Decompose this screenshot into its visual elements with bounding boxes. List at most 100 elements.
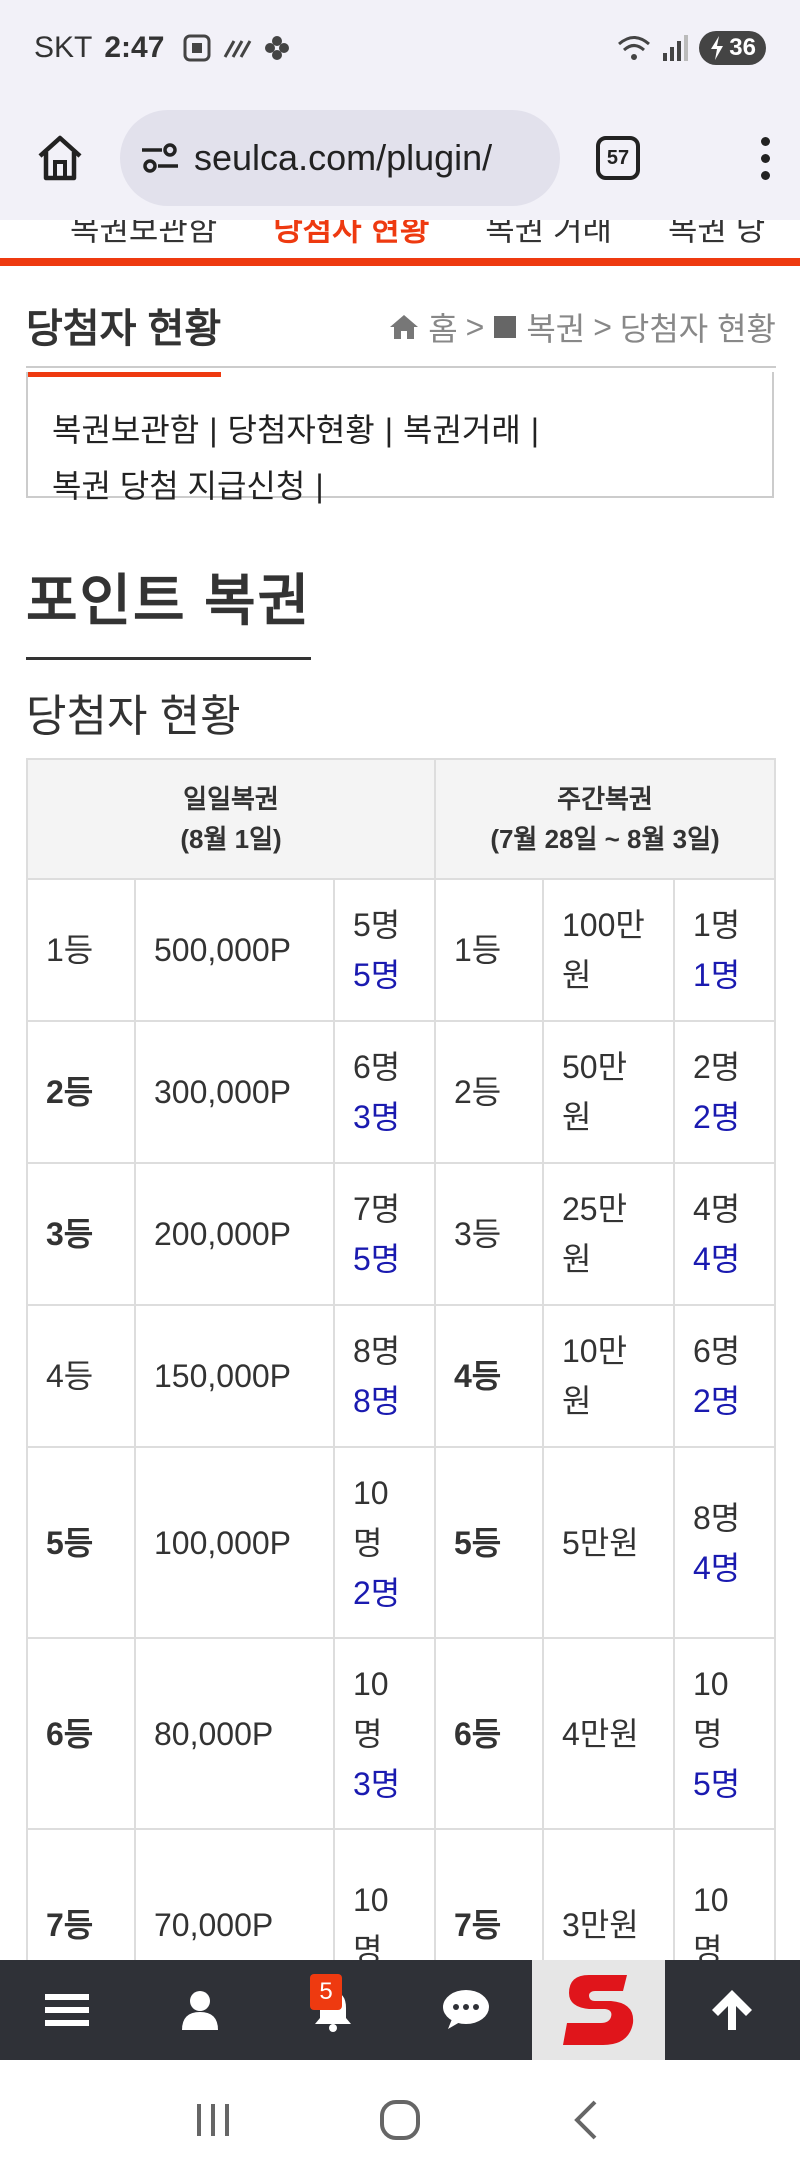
cell-signal-icon	[663, 35, 689, 61]
daily-rank: 6등	[26, 1637, 136, 1830]
daily-winners: 5명	[353, 1241, 401, 1277]
link-lottery-trade[interactable]: 복권거래	[403, 412, 521, 448]
weekly-prize: 100만원	[542, 878, 675, 1022]
link-separator: |	[530, 412, 540, 448]
address-bar[interactable]: seulca.com/plugin/	[120, 110, 560, 206]
weekly-winners: 2명	[693, 1383, 741, 1419]
site-logo-button[interactable]	[532, 1960, 665, 2060]
charging-bolt-icon	[711, 36, 724, 60]
weekly-total: 8명	[693, 1499, 741, 1536]
weekly-prize: 50만원	[542, 1020, 675, 1164]
breadcrumb-current: 당첨자 현황	[619, 311, 776, 347]
weekly-prize: 4만원	[542, 1637, 675, 1830]
browser-menu-button[interactable]	[761, 136, 770, 180]
daily-winners: 3명	[353, 1765, 401, 1802]
winners-table: 일일복권 (8월 1일) 주간복권 (7월 28일 ~ 8월 3일) 1등 50…	[26, 758, 776, 2021]
breadcrumb-home[interactable]: 홈	[428, 304, 457, 350]
table-row: 2등 300,000P 6명 3명 2등 50만원 2명 2명	[26, 1020, 776, 1164]
daily-rank: 3등	[26, 1162, 136, 1306]
home-circle-icon[interactable]	[378, 2098, 422, 2142]
nav-item-winners[interactable]: 당첨자 현황	[273, 220, 429, 250]
daily-prize: 100,000P	[134, 1446, 335, 1639]
daily-prize: 150,000P	[134, 1304, 335, 1448]
daily-winners: 2명	[353, 1574, 401, 1611]
daily-total: 8명	[353, 1333, 401, 1369]
clock: 2:47	[104, 31, 165, 64]
arrow-up-icon	[711, 1990, 752, 2030]
daily-total: 10명	[353, 1474, 389, 1561]
url-text: seulca.com/plugin/	[194, 137, 493, 178]
table-row: 5등 100,000P 10명 2명 5등 5만원 8명 4명	[26, 1446, 776, 1639]
wifi-icon	[618, 36, 651, 60]
back-icon[interactable]	[567, 2098, 607, 2142]
site-settings-icon[interactable]	[140, 141, 180, 175]
weekly-lottery-title: 주간복권	[557, 784, 653, 814]
chat-button[interactable]	[399, 1960, 532, 2060]
weekly-rank: 1등	[434, 878, 544, 1022]
profile-button[interactable]	[133, 1960, 266, 2060]
page-header: 당첨자 현황 홈 > 복권 > 당첨자 현황	[26, 292, 776, 377]
link-prize-claim[interactable]: 복권 당첨 지급신청	[52, 468, 305, 504]
weekly-total: 10명	[693, 1881, 729, 1968]
table-row: 1등 500,000P 5명 5명 1등 100만원 1명 1명	[26, 878, 776, 1022]
notifications-button[interactable]: 5	[266, 1960, 399, 2060]
carrier-label: SKT	[34, 31, 93, 64]
page-title: 당첨자 현황	[26, 296, 222, 377]
home-icon	[38, 135, 82, 181]
link-winners[interactable]: 당첨자현황	[228, 412, 375, 448]
daily-winners: 3명	[353, 1099, 401, 1135]
weekly-prize: 10만원	[542, 1304, 675, 1448]
weekly-lottery-header: 주간복권 (7월 28일 ~ 8월 3일)	[434, 758, 776, 880]
signal-strength-icon	[224, 40, 252, 58]
tab-switcher-button[interactable]: 57	[596, 136, 640, 180]
daily-total: 7명	[353, 1191, 401, 1227]
square-icon	[494, 316, 517, 338]
daily-winners: 8명	[353, 1383, 401, 1419]
breadcrumb-separator: >	[593, 308, 612, 345]
battery-indicator: 36	[699, 31, 766, 65]
notification-badge: 5	[310, 1974, 342, 2010]
weekly-total: 6명	[693, 1333, 741, 1369]
daily-lottery-date: (8월 1일)	[180, 824, 282, 854]
nav-item-lottery-trade[interactable]: 복권 거래	[485, 220, 612, 250]
weekly-winners: 2명	[693, 1099, 741, 1135]
breadcrumb-separator: >	[465, 308, 485, 345]
home-icon	[390, 315, 419, 339]
menu-dot-icon	[761, 170, 770, 180]
daily-winners: 5명	[353, 957, 401, 993]
nav-item-lottery-storage[interactable]: 복권보관함	[70, 220, 217, 250]
lottery-links-box: 복권보관함 | 당첨자현황 | 복권거래 | 복권 당첨 지급신청 |	[26, 372, 774, 504]
daily-rank: 1등	[26, 878, 136, 1022]
weekly-count-cell: 8명 4명	[673, 1446, 776, 1639]
scroll-top-button[interactable]	[665, 1960, 798, 2060]
weekly-prize: 25만원	[542, 1162, 675, 1306]
weekly-winners: 4명	[693, 1241, 741, 1277]
breadcrumb-section[interactable]: 복권	[526, 304, 585, 350]
site-sub-nav: 복권보관함 당첨자 현황 복권 거래 복권 당	[0, 220, 800, 266]
weekly-winners: 5명	[693, 1765, 741, 1802]
recent-apps-icon[interactable]	[193, 2100, 233, 2140]
menu-button[interactable]	[0, 1960, 133, 2060]
daily-count-cell: 7명 5명	[333, 1162, 436, 1306]
flower-icon	[265, 36, 290, 60]
nav-item-lottery-claim[interactable]: 복권 당	[668, 220, 765, 250]
sub-title: 당첨자 현황	[26, 692, 241, 741]
daily-total: 5명	[353, 907, 401, 943]
daily-count-cell: 10명 3명	[333, 1637, 436, 1830]
home-button[interactable]	[24, 122, 96, 194]
table-row: 6등 80,000P 10명 3명 6등 4만원 10명 5명	[26, 1637, 776, 1830]
daily-rank: 4등	[26, 1304, 136, 1448]
menu-dot-icon	[761, 136, 770, 146]
link-lottery-storage[interactable]: 복권보관함	[52, 412, 199, 448]
weekly-winners: 4명	[693, 1549, 741, 1586]
screenshot-icon	[183, 34, 211, 62]
section-title: 포인트 복권	[26, 556, 312, 660]
daily-total: 6명	[353, 1049, 401, 1085]
table-row: 4등 150,000P 8명 8명 4등 10만원 6명 2명	[26, 1304, 776, 1448]
link-separator: |	[384, 412, 394, 448]
weekly-count-cell: 4명 4명	[673, 1162, 776, 1306]
weekly-rank: 2등	[434, 1020, 544, 1164]
daily-prize: 80,000P	[134, 1637, 335, 1830]
chat-bubble-icon	[442, 1990, 489, 2029]
weekly-rank: 5등	[434, 1446, 544, 1639]
